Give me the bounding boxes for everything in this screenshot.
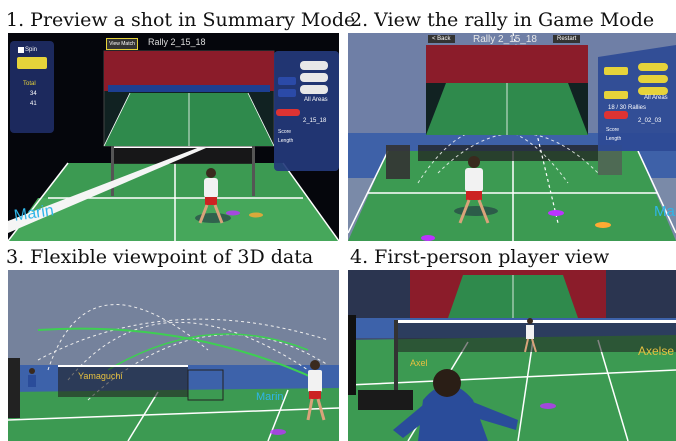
all-areas-label: All Areas	[304, 97, 328, 103]
back-button[interactable]: < Back	[428, 35, 455, 43]
rally-title: Rally 2_15_18	[148, 37, 206, 47]
summary-scene	[8, 41, 339, 241]
spin-checkbox[interactable]	[18, 47, 24, 53]
panel-3d-viewpoint: Yamaguchi Marin	[8, 270, 339, 441]
caption-panel-1: 1. Preview a shot in Summary Mode	[6, 9, 356, 31]
length-label: Length	[278, 138, 294, 144]
court-text-marin: Marin	[654, 203, 676, 220]
stat-a: 34	[30, 91, 37, 97]
first-person-scene	[348, 270, 676, 441]
rally-code: 2_02_03	[638, 118, 662, 124]
rallies-label: 18 / 30 Rallies	[608, 105, 647, 111]
total-label: Total	[23, 81, 36, 87]
rally-code: 2_15_18	[303, 118, 327, 124]
spin-checkbox-label[interactable]: Spin	[25, 47, 37, 53]
score-label: Score	[278, 129, 292, 135]
caption-panel-2: 2. View the rally in Game Mode	[350, 9, 655, 31]
panel-summary-mode: View Match Rally 2_15_18 Spin Total 34 4…	[8, 33, 339, 241]
stat-b: 41	[30, 101, 37, 107]
caption-panel-4: 4. First-person player view	[350, 246, 610, 268]
all-areas-label: All Areas	[644, 95, 668, 101]
view-match-button[interactable]: View Match	[106, 38, 138, 50]
caption-panel-3: 3. Flexible viewpoint of 3D data	[6, 246, 314, 268]
spin-highlight	[17, 57, 47, 69]
length-label: Length	[606, 136, 622, 142]
viewpoint-scene	[8, 270, 339, 441]
court-text-axel-left: Axel	[410, 358, 428, 368]
panel-game-mode: < Back Rally 2_15_18 Restart All Areas 1…	[348, 33, 676, 241]
panel-first-person: Axel Axelse	[348, 270, 676, 441]
restart-button[interactable]: Restart	[553, 35, 581, 43]
net-text-yamaguchi: Yamaguchi	[78, 371, 123, 381]
rally-title: Rally 2_15_18	[473, 34, 537, 45]
game-scene	[348, 33, 676, 241]
court-text-marin: Marin	[256, 391, 284, 403]
score-label: Score	[606, 127, 620, 133]
court-text-axelsen-right: Axelse	[638, 344, 675, 358]
